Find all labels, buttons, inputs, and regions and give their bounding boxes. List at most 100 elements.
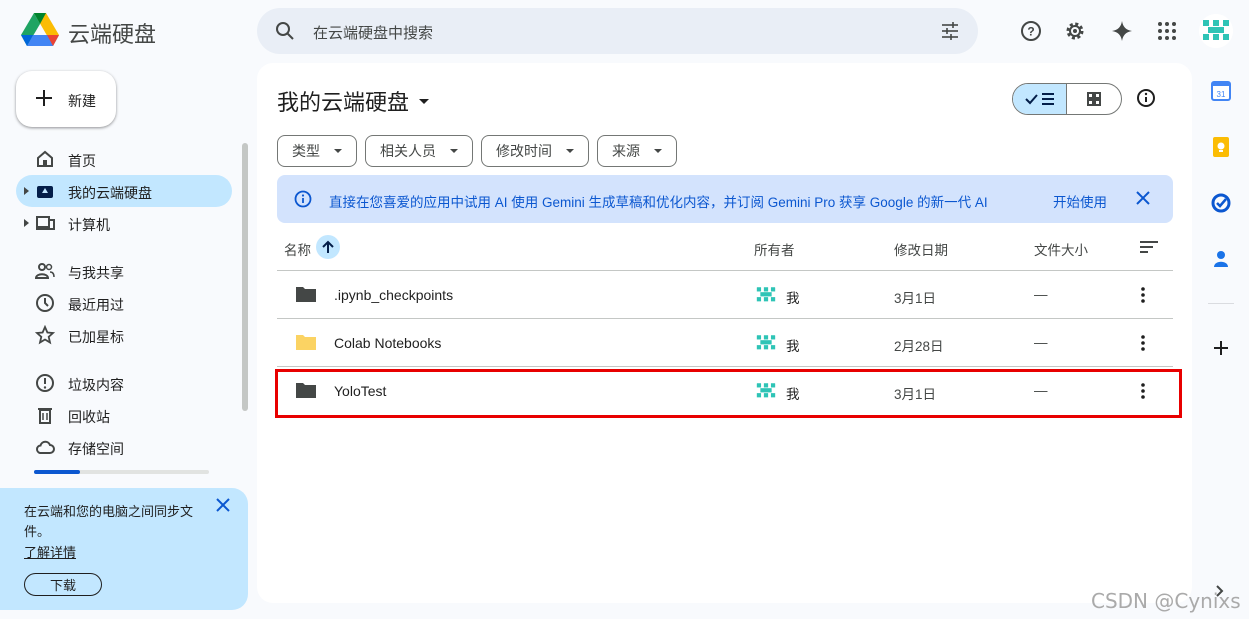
banner-text: 直接在您喜爱的应用中试用 AI 使用 Gemini 生成草稿和优化内容，并订阅 … (329, 195, 988, 210)
owner-avatar (754, 283, 778, 307)
more-actions-icon[interactable] (1137, 333, 1149, 356)
gemini-banner: 直接在您喜爱的应用中试用 AI 使用 Gemini 生成草稿和优化内容，并订阅 … (277, 175, 1173, 223)
sort-options-icon[interactable] (1139, 239, 1159, 258)
folder-icon (295, 285, 317, 306)
rail-divider (1208, 303, 1234, 304)
owner-avatar (754, 331, 778, 355)
sidebar-item-my-drive[interactable]: 我的云端硬盘 (16, 175, 232, 207)
close-icon[interactable] (214, 496, 232, 519)
learn-more-link[interactable]: 了解详情 (24, 542, 76, 561)
sort-ascending-icon[interactable] (316, 235, 340, 259)
search-icon[interactable] (275, 21, 295, 46)
file-name: .ipynb_checkpoints (334, 287, 454, 303)
more-actions-icon[interactable] (1137, 381, 1149, 404)
column-owner[interactable]: 所有者 (754, 239, 795, 259)
file-size: — (1034, 287, 1048, 302)
owner-name: 我 (786, 339, 800, 354)
sidebar-item-recent[interactable]: 最近用过 (16, 287, 232, 319)
settings-icon[interactable] (1060, 16, 1090, 46)
file-size: — (1034, 335, 1048, 350)
list-view-button[interactable] (1013, 84, 1068, 114)
grid-view-button[interactable] (1067, 84, 1121, 114)
close-icon[interactable] (1135, 190, 1151, 211)
chevron-down-icon (334, 149, 342, 153)
download-button[interactable]: 下载 (24, 573, 102, 596)
more-actions-icon[interactable] (1137, 285, 1149, 308)
page-title-text: 我的云端硬盘 (277, 90, 410, 115)
sidebar-scrollbar[interactable] (242, 143, 248, 411)
sidebar-item-label: 与我共享 (68, 265, 124, 281)
sidebar-item-label: 垃圾内容 (68, 377, 124, 393)
view-toggle[interactable] (1012, 83, 1122, 115)
watermark: CSDN @Cynixs (1091, 589, 1241, 613)
sidebar-item-shared[interactable]: 与我共享 (16, 255, 232, 287)
info-icon (294, 190, 312, 213)
owner-name: 我 (786, 291, 800, 306)
storage-usage-bar (34, 470, 209, 474)
home-icon (35, 149, 55, 169)
help-icon[interactable]: ? (1016, 16, 1046, 46)
chevron-down-icon (566, 149, 574, 153)
sidebar-item-spam[interactable]: 垃圾内容 (16, 367, 232, 399)
svg-text:?: ? (1027, 25, 1034, 39)
file-size: — (1034, 383, 1048, 398)
expand-caret-icon[interactable] (24, 219, 29, 227)
spam-icon (35, 373, 55, 393)
filter-type[interactable]: 类型 (277, 135, 357, 167)
drive-logo[interactable] (21, 13, 59, 47)
recent-icon (35, 293, 55, 313)
modified-date: 3月1日 (894, 291, 937, 306)
sidebar-item-label: 计算机 (68, 217, 110, 233)
cloud-icon (35, 437, 55, 457)
keep-icon[interactable] (1208, 134, 1234, 160)
column-size[interactable]: 文件大小 (1034, 239, 1088, 259)
search-options-icon[interactable] (940, 21, 960, 46)
filter-bar: 类型 相关人员 修改时间 来源 (277, 135, 677, 167)
banner-action-button[interactable]: 开始使用 (1053, 191, 1107, 211)
column-name[interactable]: 名称 (284, 239, 311, 259)
sidebar-item-starred[interactable]: 已加星标 (16, 319, 232, 351)
owner-name: 我 (786, 387, 800, 402)
modified-date: 2月28日 (894, 339, 944, 354)
apps-grid-icon[interactable] (1152, 16, 1182, 46)
table-row[interactable]: Colab Notebooks 我 2月28日 — (277, 319, 1173, 367)
page-title[interactable]: 我的云端硬盘 (277, 85, 430, 117)
sidebar-item-label: 最近用过 (68, 297, 124, 313)
search-input[interactable]: 在云端硬盘中搜索 (313, 22, 433, 43)
app-name: 云端硬盘 (68, 22, 157, 47)
sidebar-item-trash[interactable]: 回收站 (16, 399, 232, 431)
sidebar-item-label: 存储空间 (68, 441, 124, 457)
sidebar-item-label: 我的云端硬盘 (68, 185, 152, 201)
contacts-icon[interactable] (1208, 246, 1234, 272)
gemini-sparkle-icon[interactable] (1107, 16, 1137, 46)
new-button-label: 新建 (68, 93, 96, 109)
account-avatar[interactable] (1199, 14, 1233, 48)
new-button[interactable]: 新建 (16, 71, 116, 127)
sidebar-item-home[interactable]: 首页 (16, 143, 232, 175)
filter-modified[interactable]: 修改时间 (481, 135, 589, 167)
tasks-icon[interactable] (1208, 190, 1234, 216)
table-row[interactable]: .ipynb_checkpoints 我 3月1日 — (277, 271, 1173, 319)
table-row[interactable]: YoloTest 我 3月1日 — (277, 367, 1173, 415)
filter-source[interactable]: 来源 (597, 135, 677, 167)
plus-icon (33, 87, 55, 114)
sidebar-item-storage[interactable]: 存储空间 (16, 431, 232, 463)
storage-usage-fill (34, 470, 80, 474)
star-icon (34, 324, 56, 345)
chevron-down-icon (450, 149, 458, 153)
sync-promo-card: 在云端和您的电脑之间同步文件。 了解详情 下载 (0, 488, 248, 610)
filter-people[interactable]: 相关人员 (365, 135, 473, 167)
column-modified[interactable]: 修改日期 (894, 239, 948, 259)
folder-icon (295, 333, 317, 354)
add-icon[interactable] (1208, 335, 1234, 361)
search-bar[interactable]: 在云端硬盘中搜索 (257, 8, 978, 54)
sidebar-item-computers[interactable]: 计算机 (16, 207, 232, 239)
info-icon[interactable] (1135, 87, 1157, 114)
table-header: 名称 所有者 修改日期 文件大小 (277, 225, 1173, 271)
folder-icon (295, 381, 317, 402)
calendar-icon[interactable]: 31 (1208, 78, 1234, 104)
file-name: Colab Notebooks (334, 335, 442, 351)
filter-label: 类型 (292, 143, 320, 159)
owner-avatar (754, 379, 778, 403)
expand-caret-icon[interactable] (24, 187, 29, 195)
